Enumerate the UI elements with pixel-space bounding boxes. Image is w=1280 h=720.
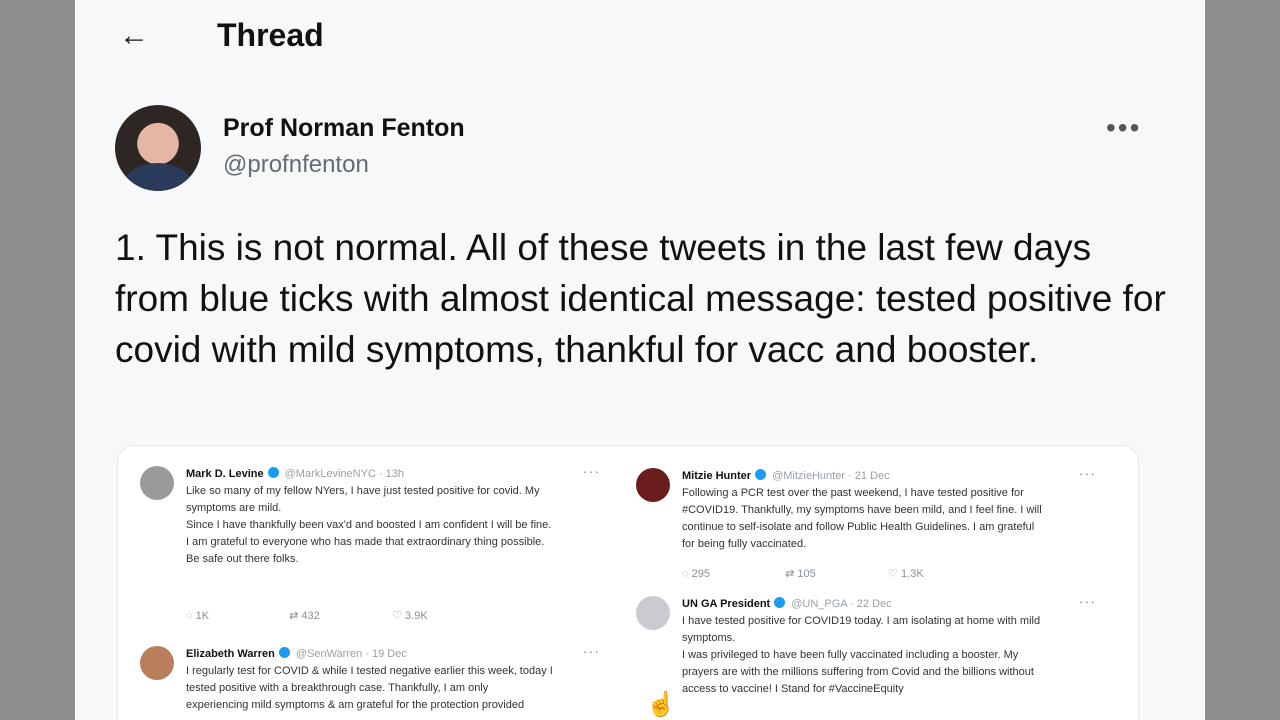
embedded-tweet-meta: @UN_PGA · 22 Dec <box>791 598 892 610</box>
embedded-tweet-meta: @SenWarren · 19 Dec <box>295 648 407 660</box>
embedded-line: symptoms are mild. <box>186 502 282 514</box>
avatar <box>140 466 174 500</box>
embedded-tweet-name: Elizabeth Warren <box>186 648 275 660</box>
embedded-screenshot-card[interactable]: Mark D. Levine @MarkLevineNYC · 13h ··· L… <box>117 445 1139 720</box>
author-name[interactable]: Prof Norman Fenton <box>223 114 465 143</box>
embedded-tweet-body: I regularly test for COVID & while I tes… <box>186 663 606 714</box>
author-handle[interactable]: @profnfenton <box>223 151 369 179</box>
embedded-line: symptoms. <box>682 632 736 644</box>
embedded-line: I have tested positive for COVID19 today… <box>682 615 1041 627</box>
back-arrow-icon[interactable]: ← <box>119 18 151 54</box>
embedded-line: continue to self-isolate and follow Publ… <box>682 521 1035 533</box>
more-horizontal-icon: ··· <box>583 643 600 659</box>
embedded-line: Like so many of my fellow NYers, I have … <box>186 485 540 497</box>
embedded-line: #COVID19. Thankfully, my symptoms have b… <box>682 504 1042 516</box>
thread-page: ← Thread Prof Norman Fenton @profnfenton… <box>75 0 1205 720</box>
embedded-line: I am grateful to everyone who has made t… <box>186 536 545 548</box>
more-horizontal-icon: ··· <box>1079 465 1096 481</box>
verified-badge-icon <box>774 597 786 608</box>
like-count: ♡ 3.9K <box>392 610 428 622</box>
thread-header: ← Thread <box>75 0 1205 75</box>
embedded-tweet-name: Mark D. Levine <box>186 468 264 480</box>
embedded-tweet-header: Mark D. Levine @MarkLevineNYC · 13h <box>186 466 404 483</box>
mouse-pointer-icon: ☝ <box>646 691 676 718</box>
embedded-actions: ◌ 295 ⇄ 105 ♡ 1.3K <box>682 566 988 583</box>
avatar <box>140 646 174 680</box>
verified-badge-icon <box>278 647 290 658</box>
embedded-line: Be safe out there folks. <box>186 553 299 565</box>
embedded-line: tested positive with a breakthrough case… <box>186 682 489 694</box>
embedded-tweet-header: Elizabeth Warren @SenWarren · 19 Dec <box>186 646 407 663</box>
embedded-tweet-meta: @MarkLevineNYC · 13h <box>284 468 405 480</box>
embedded-line: for being fully vaccinated. <box>682 538 807 550</box>
page-title: Thread <box>217 17 324 53</box>
embedded-line: I was privileged to have been fully vacc… <box>682 649 1019 661</box>
like-count: ♡ 1.3K <box>888 568 924 580</box>
embedded-tweet-header: UN GA President @UN_PGA · 22 Dec <box>682 596 892 613</box>
author-avatar[interactable] <box>115 105 201 191</box>
more-horizontal-icon: ··· <box>1079 593 1096 609</box>
embedded-line: Following a PCR test over the past weeke… <box>682 487 1024 499</box>
embedded-tweet-header: Mitzie Hunter @MitzieHunter · 21 Dec <box>682 468 890 485</box>
more-horizontal-icon[interactable]: ••• <box>1106 112 1141 144</box>
embedded-line: Since I have thankfully been vax'd and b… <box>186 519 552 531</box>
embedded-actions: ◌ 1K ⇄ 432 ♡ 3.9K <box>186 608 492 625</box>
reply-count: ◌ 1K <box>186 610 210 622</box>
avatar <box>636 596 670 630</box>
retweet-count: ⇄ 432 <box>289 610 320 622</box>
avatar <box>636 468 670 502</box>
embedded-tweet-name: UN GA President <box>682 598 771 610</box>
embedded-line: I regularly test for COVID & while I tes… <box>186 665 553 677</box>
embedded-tweet-meta: @MitzieHunter · 21 Dec <box>772 470 890 482</box>
tweet-text: 1. This is not normal. All of these twee… <box>115 227 1166 370</box>
more-horizontal-icon: ··· <box>583 463 600 479</box>
embedded-tweet-body: Like so many of my fellow NYers, I have … <box>186 483 606 568</box>
embedded-line: access to vaccine! I Stand for #VaccineE… <box>682 683 904 695</box>
retweet-count: ⇄ 105 <box>785 568 816 580</box>
embedded-tweet-body: Following a PCR test over the past weeke… <box>682 485 1102 553</box>
embedded-tweet-body: I have tested positive for COVID19 today… <box>682 613 1102 698</box>
verified-badge-icon <box>755 469 767 480</box>
reply-count: ◌ 295 <box>682 568 710 580</box>
embedded-line: experiencing mild symptoms & am grateful… <box>186 699 525 711</box>
embedded-line: prayers are with the millions suffering … <box>682 666 1034 678</box>
embedded-tweet-name: Mitzie Hunter <box>682 470 752 482</box>
verified-badge-icon <box>267 467 279 478</box>
